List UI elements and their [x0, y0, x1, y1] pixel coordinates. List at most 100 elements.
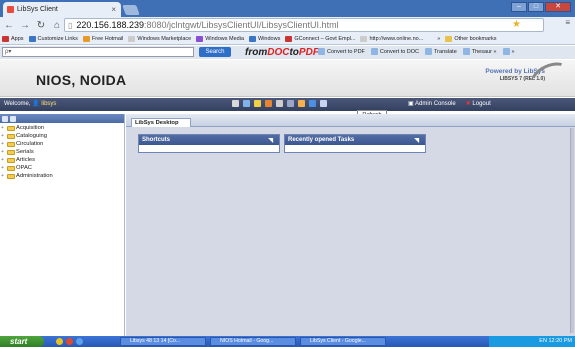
tree-item[interactable]: + Circulation	[0, 140, 124, 148]
bookmark-item[interactable]: Windows	[249, 35, 280, 42]
tree-item-label: Articles	[16, 157, 36, 163]
folder-icon	[7, 165, 15, 171]
bookmark-item[interactable]: »	[428, 36, 440, 42]
app-tool-icon[interactable]	[309, 100, 316, 107]
bookmark-item[interactable]: Windows Marketplace	[128, 35, 191, 42]
close-window-button[interactable]: ✕	[545, 2, 571, 12]
reload-icon[interactable]: ↻	[35, 20, 47, 31]
logout-link[interactable]: ✕ Logout	[466, 100, 491, 107]
toolbar-item[interactable]: Convert to DOC	[370, 48, 419, 55]
logout-icon: ✕	[465, 101, 471, 107]
tree-item[interactable]: + Serials	[0, 148, 124, 156]
quick-launch	[56, 338, 83, 345]
expand-icon[interactable]: +	[1, 125, 6, 131]
bookmark-item[interactable]: Free Hotmail	[82, 35, 123, 42]
tab-libsys-desktop[interactable]: LibSys Desktop	[131, 118, 191, 127]
expand-icon[interactable]: +	[1, 173, 6, 179]
user-icon: 👤	[32, 101, 40, 107]
toolbar-item[interactable]: »	[502, 48, 515, 55]
app-navbar: Welcome, 👤 libsys ▣ Admin Console ✕ Logo…	[0, 98, 575, 111]
tree-item-label: OPAC	[16, 165, 32, 171]
bookmark-item[interactable]: GConnect – Govt Empl...	[285, 35, 355, 42]
app-tool-icon[interactable]	[320, 100, 327, 107]
app-tool-icon[interactable]	[243, 100, 250, 107]
tree-item[interactable]: + Administration	[0, 172, 124, 180]
folder-icon	[7, 141, 15, 147]
toolbar-item[interactable]: Thesaur «	[462, 48, 497, 55]
taskbar-task-1[interactable]: Libsys 48 13 14 [Co...	[120, 337, 206, 346]
media-icon[interactable]	[66, 338, 73, 345]
bookmark-icon	[196, 35, 204, 42]
expand-icon[interactable]: +	[1, 141, 6, 147]
admin-console-link[interactable]: ▣ Admin Console	[408, 100, 456, 107]
toolbar-item-icon	[462, 48, 470, 55]
portlet-title: Recently opened Tasks	[288, 137, 355, 143]
collapse-all-icon[interactable]	[10, 115, 16, 122]
folder-icon	[7, 157, 15, 163]
forward-arrow-icon[interactable]: →	[19, 20, 31, 31]
ie-icon[interactable]	[76, 338, 83, 345]
page-icon: ▯	[68, 20, 73, 30]
folder-icon	[7, 173, 15, 179]
app-tool-icon[interactable]	[287, 100, 294, 107]
minimize-button[interactable]: –	[511, 2, 527, 12]
expand-icon[interactable]: +	[1, 165, 6, 171]
bookmark-item[interactable]: http://www.online.no...	[360, 35, 423, 42]
app-tool-icon[interactable]	[265, 100, 272, 107]
toolbar-item[interactable]: Translate	[425, 48, 457, 55]
module-tree-panel: + Acquisition + Cataloguing + Circulation + Ser…	[0, 114, 125, 336]
app-tool-icon[interactable]	[254, 100, 261, 107]
tree-panel-header	[0, 114, 124, 123]
bookmark-item[interactable]: Customize Links	[28, 35, 78, 42]
expand-icon[interactable]: +	[1, 133, 6, 139]
tray-clock: 12:20 PM	[548, 338, 572, 344]
tab-close-icon[interactable]: ×	[111, 5, 116, 14]
bookmark-item[interactable]: Other bookmarks	[445, 35, 497, 42]
workspace-scrollbar[interactable]	[570, 128, 574, 333]
maximize-button[interactable]: □	[528, 2, 544, 12]
tree-item-label: Circulation	[16, 141, 44, 147]
back-arrow-icon[interactable]: ←	[3, 20, 15, 31]
new-tab-button[interactable]	[122, 5, 140, 15]
bookmark-star-icon[interactable]: ★	[512, 19, 521, 30]
taskbar-task-2[interactable]: NIOS Hotmail - Goog...	[210, 337, 296, 346]
tree-item[interactable]: + Acquisition	[0, 124, 124, 132]
toolbar-search-button[interactable]: Search	[199, 47, 231, 57]
bookmark-icon	[445, 35, 453, 42]
taskbar-task-3[interactable]: LibSys Client - Google...	[300, 337, 386, 346]
app-tool-icon[interactable]	[276, 100, 283, 107]
toolbar-search-input[interactable]: ρ▾	[2, 47, 194, 57]
toolbar-item[interactable]: Convert to PDF	[318, 48, 365, 55]
tree-item[interactable]: + OPAC	[0, 164, 124, 172]
monitor-icon: ▣	[408, 101, 414, 107]
bookmark-icon	[82, 35, 90, 42]
expand-all-icon[interactable]	[2, 115, 8, 122]
app-tool-icon[interactable]	[298, 100, 305, 107]
main-workspace: LibSys Desktop Shortcuts ◥ Recently opene…	[126, 114, 575, 336]
expand-icon[interactable]: +	[1, 149, 6, 155]
bookmark-icon	[428, 36, 435, 42]
app-toolbar-icons	[232, 100, 327, 107]
expand-icon[interactable]: +	[1, 157, 6, 163]
portlet-title: Shortcuts	[142, 137, 171, 143]
toolbar-item-icon	[425, 48, 433, 55]
start-button[interactable]: start	[0, 336, 44, 347]
workspace-tab-strip: LibSys Desktop	[126, 114, 575, 127]
folder-icon	[7, 133, 15, 139]
app-tool-icon[interactable]	[232, 100, 239, 107]
portlet-collapse-icon[interactable]: ◥	[268, 136, 273, 146]
portlet-collapse-icon[interactable]: ◥	[414, 136, 419, 146]
chrome-icon[interactable]	[56, 338, 63, 345]
bookmark-item[interactable]: Windows Media	[196, 35, 244, 42]
home-icon[interactable]: ⌂	[51, 20, 63, 31]
tree-item[interactable]: + Articles	[0, 156, 124, 164]
fromdoctopdf-logo[interactable]: fromDOCtoPDF	[245, 46, 319, 59]
url-host: 220.156.188.239	[76, 20, 144, 30]
shortcuts-portlet: Shortcuts ◥	[138, 134, 280, 153]
tree-item[interactable]: + Cataloguing	[0, 132, 124, 140]
address-bar[interactable]: ▯ 220.156.188.239:8080/jclntgwt/LibsysCl…	[64, 18, 544, 32]
browser-tab[interactable]: LibSys Client ×	[3, 2, 121, 17]
bookmark-item[interactable]: Apps	[2, 35, 24, 42]
chrome-menu-icon[interactable]: ≡	[565, 18, 570, 27]
bookmark-icon	[28, 35, 36, 42]
